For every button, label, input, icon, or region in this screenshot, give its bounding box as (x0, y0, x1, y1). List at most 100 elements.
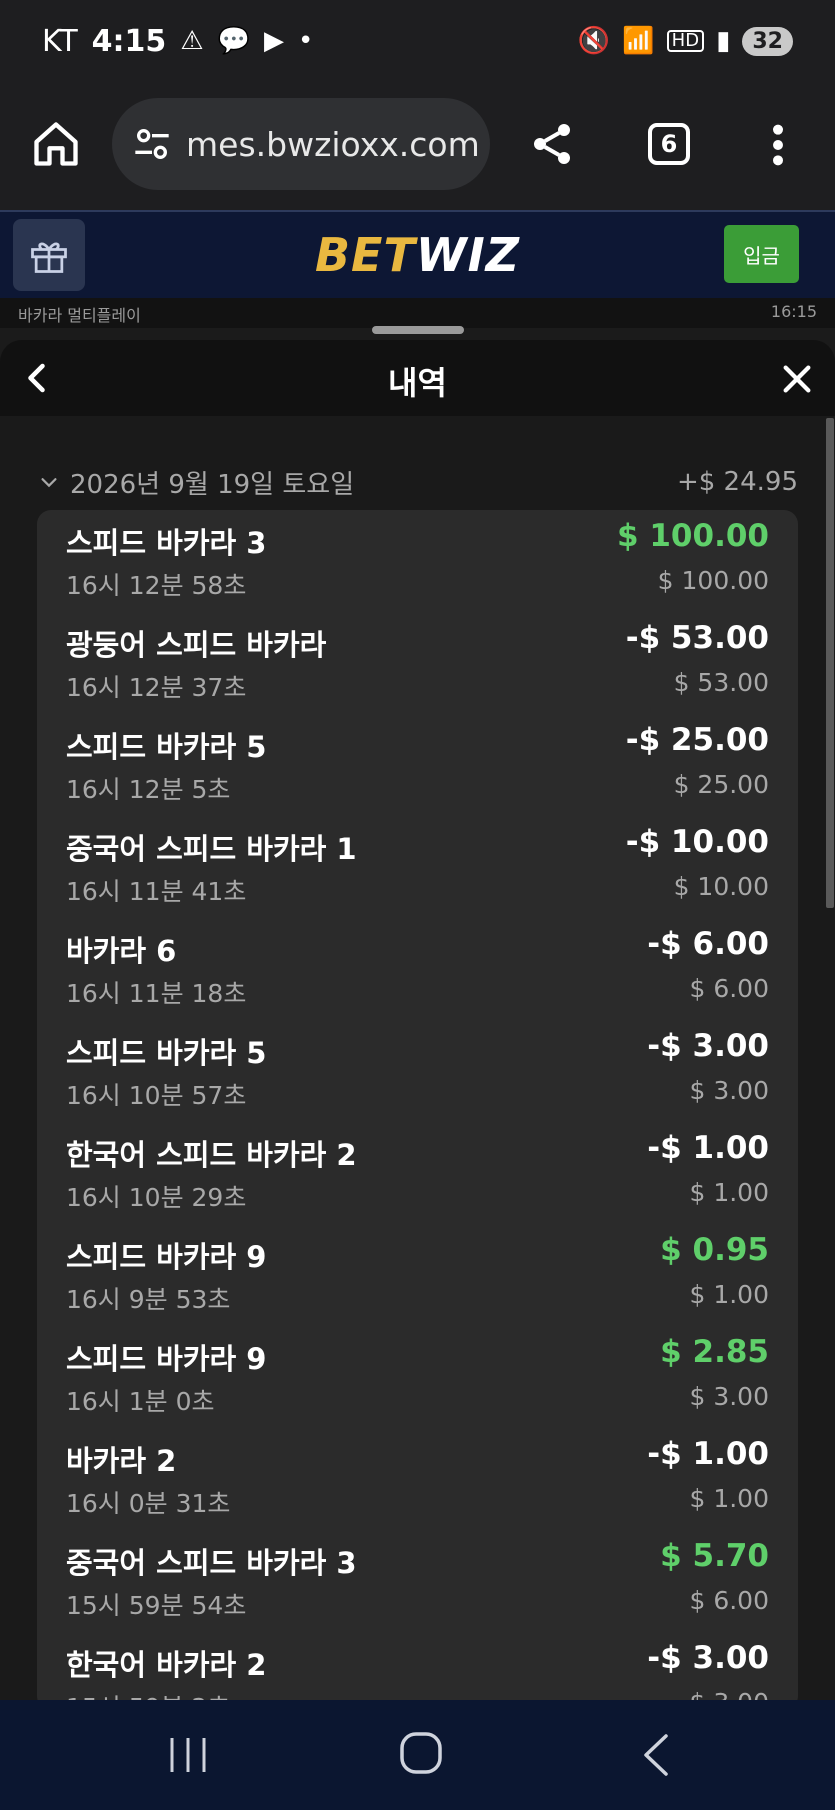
date-total: +$ 24.95 (676, 467, 798, 497)
history-row[interactable]: 한국어 바카라 2 15시 59분 2초 -$ 3.00 $ 3.00 (37, 1632, 798, 1700)
talk-icon: 💬 (217, 26, 250, 56)
round-time: 16시 12분 37초 (66, 673, 247, 702)
game-info-bar: 바카라 멀티플레이 16:15 (0, 298, 835, 328)
recent-apps-icon[interactable] (166, 1734, 210, 1776)
game-clock: 16:15 (770, 302, 817, 321)
signal-icon: ▮ (716, 26, 731, 56)
carrier-label: KT (42, 23, 78, 59)
chevron-down-icon (41, 478, 57, 488)
round-time: 16시 1분 0초 (66, 1387, 215, 1416)
battery-indicator: 32 (742, 26, 793, 56)
clock: 4:15 (91, 23, 167, 59)
bet-amount: $ 100.00 (657, 566, 769, 595)
result-amount: -$ 25.00 (625, 722, 769, 758)
wifi-icon: 📶 (622, 26, 655, 56)
bet-amount: $ 6.00 (689, 974, 769, 1003)
date-label: 2026년 9월 19일 토요일 (70, 469, 355, 500)
bet-amount: $ 1.00 (689, 1178, 769, 1207)
round-time: 15시 59분 54초 (66, 1591, 247, 1620)
brand-part1: BET (314, 228, 416, 282)
site-header: BETWIZ 입금 (0, 210, 835, 298)
history-row[interactable]: 한국어 스피드 바카라 2 16시 10분 29초 -$ 1.00 $ 1.00 (37, 1122, 798, 1224)
warning-icon: ⚠ (180, 26, 204, 56)
system-nav-bar (0, 1700, 835, 1810)
close-icon[interactable] (780, 362, 814, 396)
history-row[interactable]: 바카라 2 16시 0분 31초 -$ 1.00 $ 1.00 (37, 1428, 798, 1530)
game-name: 바카라 6 (66, 934, 177, 968)
bet-amount: $ 53.00 (673, 668, 769, 697)
game-name: 한국어 스피드 바카라 2 (66, 1138, 357, 1172)
history-list: 스피드 바카라 3 16시 12분 58초 $ 100.00 $ 100.00 광둥어 … (37, 510, 798, 1700)
share-icon[interactable] (528, 120, 576, 168)
bet-amount: $ 6.00 (689, 1586, 769, 1615)
round-time: 16시 11분 41초 (66, 877, 247, 906)
bet-amount: $ 25.00 (673, 770, 769, 799)
sheet-title: 내역 (388, 364, 447, 402)
result-amount: $ 0.95 (660, 1232, 769, 1268)
bet-amount: $ 3.00 (689, 1076, 769, 1105)
round-time: 16시 12분 5초 (66, 775, 231, 804)
history-row[interactable]: 스피드 바카라 5 16시 10분 57초 -$ 3.00 $ 3.00 (37, 1020, 798, 1122)
browser-toolbar: mes.bwzioxx.com 6 (0, 82, 835, 210)
result-amount: -$ 53.00 (625, 620, 769, 656)
result-amount: $ 5.70 (660, 1538, 769, 1574)
deposit-button[interactable]: 입금 (724, 225, 799, 283)
more-vert-icon[interactable] (768, 122, 788, 168)
bet-amount: $ 1.00 (689, 1484, 769, 1513)
brand-part2: WIZ (415, 228, 521, 282)
tab-switcher-button[interactable]: 6 (648, 123, 690, 165)
history-row[interactable]: 스피드 바카라 9 16시 1분 0초 $ 2.85 $ 3.00 (37, 1326, 798, 1428)
nav-home-icon[interactable] (398, 1730, 444, 1776)
game-name: 스피드 바카라 5 (66, 730, 267, 764)
deposit-label: 입금 (743, 243, 780, 268)
date-group-header[interactable]: 2026년 9월 19일 토요일 +$ 24.95 (38, 462, 798, 502)
result-amount: $ 2.85 (660, 1334, 769, 1370)
result-amount: -$ 3.00 (647, 1028, 769, 1064)
round-time: 16시 12분 58초 (66, 571, 247, 600)
tune-icon[interactable] (132, 124, 172, 164)
nav-back-icon[interactable] (640, 1732, 670, 1778)
home-icon[interactable] (30, 118, 82, 170)
history-row[interactable]: 중국어 스피드 바카라 1 16시 11분 41초 -$ 10.00 $ 10.00 (37, 816, 798, 918)
bet-amount: $ 1.00 (689, 1280, 769, 1309)
bet-amount: $ 10.00 (673, 872, 769, 901)
address-bar[interactable]: mes.bwzioxx.com (112, 98, 490, 190)
history-row[interactable]: 스피드 바카라 9 16시 9분 53초 $ 0.95 $ 1.00 (37, 1224, 798, 1326)
game-name: 스피드 바카라 3 (66, 526, 267, 560)
history-sheet: 내역 2026년 9월 19일 토요일 +$ 24.95 스피드 바카라 3 16… (0, 340, 835, 1700)
game-name: 바카라 2 (66, 1444, 177, 1478)
history-row[interactable]: 스피드 바카라 5 16시 12분 5초 -$ 25.00 $ 25.00 (37, 714, 798, 816)
hd-icon: HD (666, 30, 705, 52)
round-time: 16시 10분 57초 (66, 1081, 247, 1110)
status-left: KT 4:15 ⚠ 💬 ▶ • (42, 24, 313, 59)
game-name: 한국어 바카라 2 (66, 1648, 267, 1682)
game-name: 스피드 바카라 9 (66, 1342, 267, 1376)
game-mode-label: 바카라 멀티플레이 (18, 306, 141, 325)
sheet-header: 내역 (0, 340, 835, 416)
history-row[interactable]: 바카라 6 16시 11분 18초 -$ 6.00 $ 6.00 (37, 918, 798, 1020)
scrollbar[interactable] (826, 418, 834, 908)
round-time: 16시 11분 18초 (66, 979, 247, 1008)
result-amount: $ 100.00 (617, 518, 769, 554)
status-right: 🔇 📶 HD ▮ 32 (578, 26, 793, 56)
history-row[interactable]: 중국어 스피드 바카라 3 15시 59분 54초 $ 5.70 $ 6.00 (37, 1530, 798, 1632)
youtube-icon: ▶ (263, 26, 284, 56)
bet-amount: $ 3.00 (689, 1382, 769, 1411)
round-time: 16시 10분 29초 (66, 1183, 247, 1212)
url-text: mes.bwzioxx.com (186, 124, 480, 164)
game-name: 스피드 바카라 9 (66, 1240, 267, 1274)
game-name: 중국어 스피드 바카라 1 (66, 832, 357, 866)
brand-logo[interactable]: BETWIZ (0, 228, 835, 282)
history-row[interactable]: 스피드 바카라 3 16시 12분 58초 $ 100.00 $ 100.00 (37, 510, 798, 612)
result-amount: -$ 1.00 (647, 1130, 769, 1166)
history-row[interactable]: 광둥어 스피드 바카라 16시 12분 37초 -$ 53.00 $ 53.00 (37, 612, 798, 714)
round-time: 16시 0분 31초 (66, 1489, 231, 1518)
game-name: 스피드 바카라 5 (66, 1036, 267, 1070)
sheet-drag-handle[interactable] (372, 326, 464, 334)
game-name: 광둥어 스피드 바카라 (66, 628, 327, 662)
round-time: 16시 9분 53초 (66, 1285, 231, 1314)
result-amount: -$ 3.00 (647, 1640, 769, 1676)
round-time: 15시 59분 2초 (66, 1688, 230, 1700)
tab-count: 6 (660, 130, 678, 158)
result-amount: -$ 6.00 (647, 926, 769, 962)
